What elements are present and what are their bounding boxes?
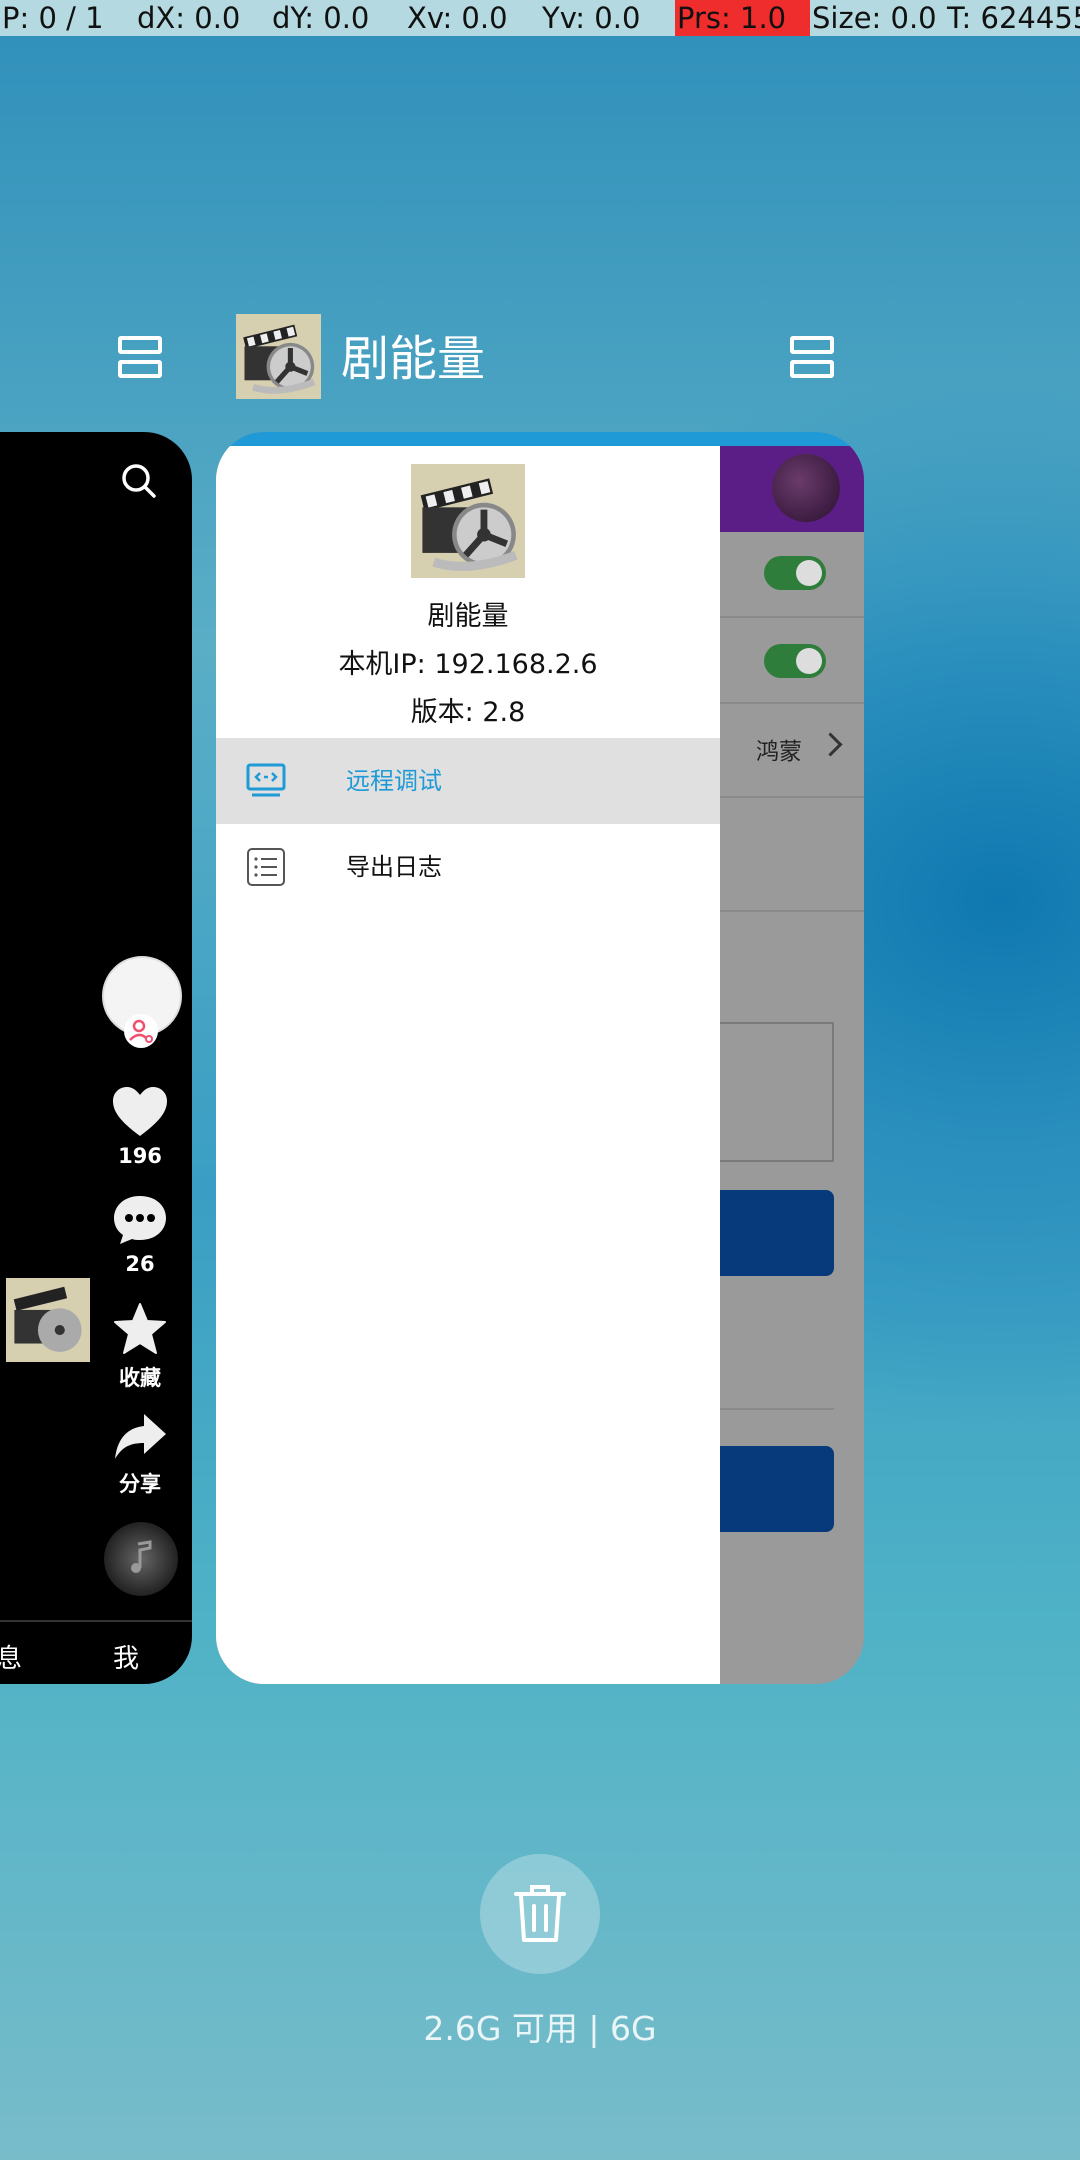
menu-item-label: 远程调试	[346, 767, 442, 795]
split-screen-icon[interactable]	[790, 336, 838, 380]
debug-pressure: Prs: 1.0	[675, 0, 810, 36]
like-button[interactable]: 196	[90, 1086, 190, 1168]
share-icon	[115, 1414, 166, 1459]
comment-icon	[114, 1196, 166, 1244]
bottom-tab-bar: 息 我	[0, 1620, 192, 1684]
menu-item-label: 导出日志	[346, 853, 442, 881]
drawer-app-name: 剧能量	[427, 601, 509, 632]
star-icon	[114, 1303, 166, 1354]
film-reel-icon	[236, 314, 321, 399]
task-app-title: 剧能量	[341, 331, 486, 387]
hongmeng-label: 鸿蒙	[756, 739, 802, 765]
comment-button[interactable]: 26	[90, 1194, 190, 1276]
film-reel-icon	[6, 1278, 90, 1362]
debug-dx: dX: 0.0	[137, 1, 241, 35]
background-button	[720, 1446, 834, 1532]
film-reel-icon	[411, 464, 525, 578]
pointer-debug-bar: P: 0 / 1 dX: 0.0 dY: 0.0 Xv: 0.0 Yv: 0.0…	[0, 0, 1080, 36]
tab-messages[interactable]: 息	[0, 1638, 22, 1675]
device-ip: 本机IP: 192.168.2.6	[338, 649, 598, 680]
debug-pointer: P: 0 / 1	[2, 1, 104, 35]
debug-size: Size: 0.0	[812, 1, 937, 35]
debug-xv: Xv: 0.0	[407, 1, 508, 35]
recent-task-card-video[interactable]: 196 26 收藏 分享 息 我	[0, 432, 192, 1684]
remote-debug-icon	[246, 763, 286, 797]
debug-time: T: 624455	[947, 1, 1080, 35]
menu-item-export-log[interactable]: 导出日志	[216, 824, 720, 910]
chevron-right-icon	[818, 732, 843, 757]
status-strip	[216, 432, 864, 446]
search-icon[interactable]	[120, 462, 158, 500]
share-label: 分享	[119, 1472, 161, 1496]
toggle-switch	[764, 644, 826, 678]
debug-dy: dY: 0.0	[272, 1, 370, 35]
clear-all-button[interactable]	[480, 1854, 600, 1974]
music-disc-icon[interactable]	[104, 1522, 178, 1596]
toggle-switch	[764, 556, 826, 590]
list-icon	[247, 848, 285, 886]
split-screen-icon[interactable]	[118, 336, 166, 380]
favorite-button[interactable]: 收藏	[90, 1302, 190, 1392]
favorite-label: 收藏	[119, 1366, 161, 1390]
navigation-drawer: 剧能量 本机IP: 192.168.2.6 版本: 2.8 远程调试 导出日志	[216, 446, 720, 1684]
menu-item-remote-debug[interactable]: 远程调试	[216, 738, 720, 824]
like-count: 196	[118, 1144, 162, 1168]
recent-task-card-main[interactable]: 鸿蒙 剧能量 本机IP: 192.168.2.6 版本: 2.8 远程调试 导出…	[216, 432, 864, 1684]
trash-icon	[514, 1885, 566, 1942]
debug-yv: Yv: 0.0	[542, 1, 641, 35]
comment-count: 26	[125, 1252, 155, 1276]
background-button	[720, 1190, 834, 1276]
heart-icon	[113, 1087, 167, 1136]
memory-status: 2.6G 可用 | 6G	[423, 2009, 657, 2048]
tab-me[interactable]: 我	[113, 1638, 139, 1675]
app-version: 版本: 2.8	[410, 697, 526, 728]
avatar	[772, 454, 840, 522]
share-button[interactable]: 分享	[90, 1412, 190, 1498]
background-textarea	[720, 1022, 834, 1162]
follow-icon[interactable]	[124, 1014, 158, 1048]
